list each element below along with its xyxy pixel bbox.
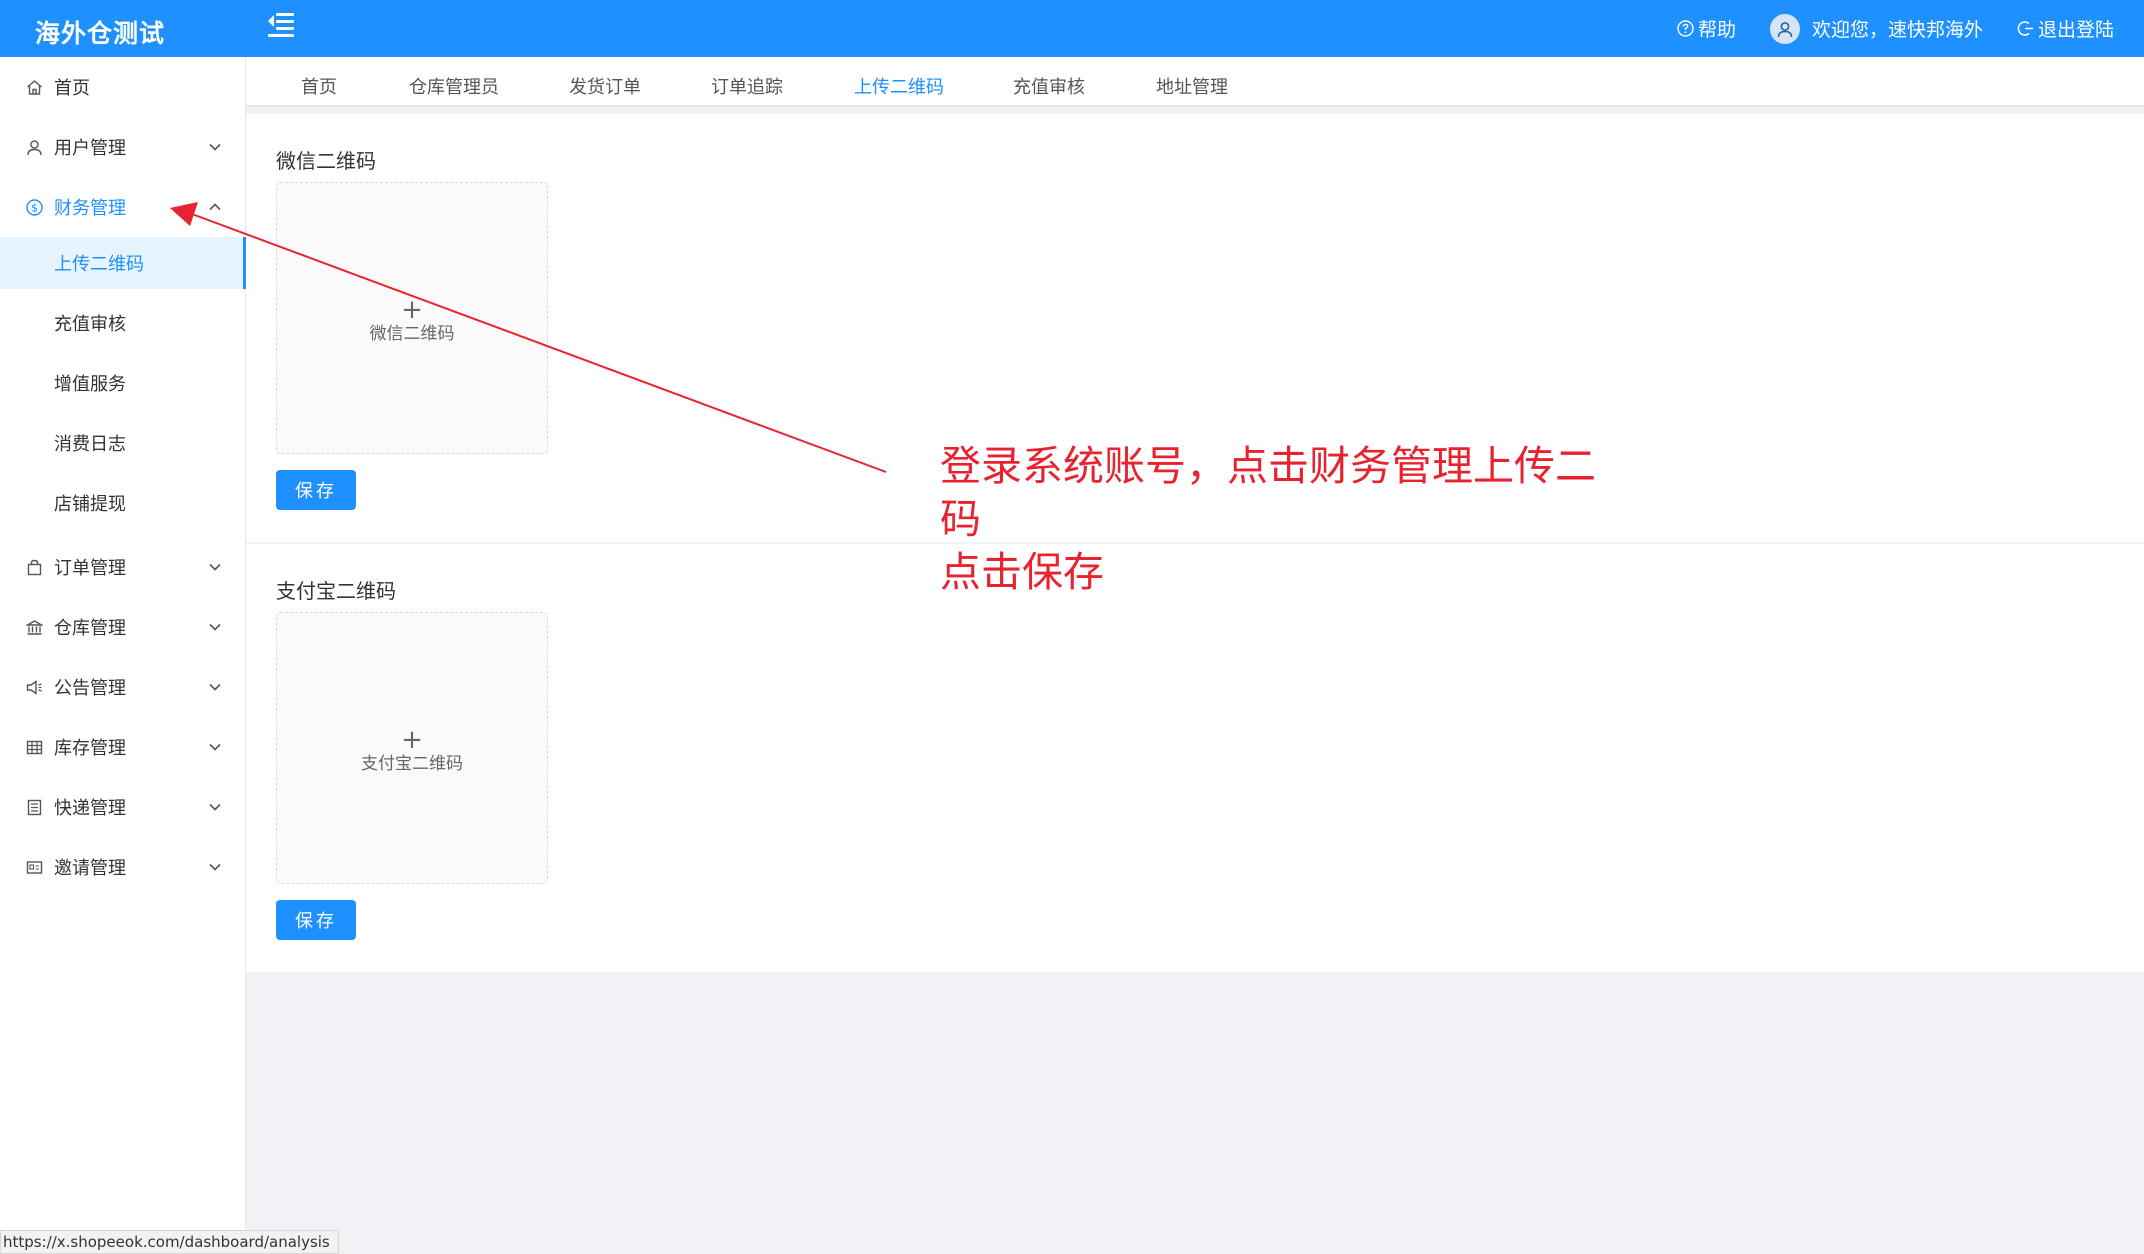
sidebar-item-label: 邀请管理 xyxy=(54,858,126,879)
chevron-down-icon xyxy=(208,680,222,694)
wechat-qr-title: 微信二维码 xyxy=(276,149,376,173)
sidebar-subitem-label: 店铺提现 xyxy=(54,494,126,515)
home-icon xyxy=(25,78,43,96)
sidebar-subitem-recharge-review[interactable]: 充值审核 xyxy=(0,297,246,349)
sidebar-item-label: 订单管理 xyxy=(54,558,126,579)
menu-fold-icon[interactable] xyxy=(268,12,298,38)
question-circle-icon xyxy=(1677,20,1694,37)
sidebar-item-warehouse[interactable]: 仓库管理 xyxy=(0,597,246,657)
user-menu[interactable]: 欢迎您，速快邦海外 xyxy=(1769,13,1983,44)
welcome-text: 欢迎您，速快邦海外 xyxy=(1811,19,1983,41)
logout-label: 退出登陆 xyxy=(2037,19,2114,41)
chevron-down-icon xyxy=(208,560,222,574)
tab-recharge-review[interactable]: 充值审核 xyxy=(1013,73,1085,99)
table-icon xyxy=(25,738,43,756)
sidebar-subitem-upload-qr[interactable]: 上传二维码 xyxy=(0,237,246,289)
alipay-qr-card: 支付宝二维码 + 支付宝二维码 保存 xyxy=(246,544,2144,972)
sound-icon xyxy=(25,678,43,696)
sidebar-subitem-label: 消费日志 xyxy=(54,434,126,455)
tab-upload-qr[interactable]: 上传二维码 xyxy=(854,73,944,99)
sidebar-subitem-label: 充值审核 xyxy=(54,314,126,335)
alipay-save-button[interactable]: 保存 xyxy=(276,900,356,940)
bag-icon xyxy=(25,558,43,576)
alipay-qr-title: 支付宝二维码 xyxy=(276,579,396,603)
tab-home[interactable]: 首页 xyxy=(301,73,337,99)
user-icon xyxy=(25,138,43,156)
wechat-save-button[interactable]: 保存 xyxy=(276,470,356,510)
sidebar-item-label: 首页 xyxy=(54,78,90,99)
tab-warehouse-admin[interactable]: 仓库管理员 xyxy=(409,73,499,99)
sidebar-item-express[interactable]: 快递管理 xyxy=(0,777,246,837)
status-bar-url: https://x.shopeeok.com/dashboard/analysi… xyxy=(0,1230,339,1254)
sidebar-item-announcements[interactable]: 公告管理 xyxy=(0,657,246,717)
sidebar-item-label: 用户管理 xyxy=(54,138,126,159)
sidebar-item-label: 公告管理 xyxy=(54,678,126,699)
alipay-upload-label: 支付宝二维码 xyxy=(361,754,463,774)
chevron-down-icon xyxy=(208,620,222,634)
sidebar-subitem-label: 上传二维码 xyxy=(54,254,144,275)
avatar xyxy=(1769,13,1800,44)
svg-text:$: $ xyxy=(31,201,38,214)
list-icon xyxy=(25,798,43,816)
id-card-icon xyxy=(25,858,43,876)
sidebar-subitem-consume-log[interactable]: 消费日志 xyxy=(0,417,246,469)
chevron-down-icon xyxy=(208,740,222,754)
help-link[interactable]: 帮助 xyxy=(1677,15,1736,42)
sidebar-item-orders[interactable]: 订单管理 xyxy=(0,537,246,597)
bank-icon xyxy=(25,618,43,636)
brand-title: 海外仓测试 xyxy=(35,19,166,48)
sidebar-subitem-label: 增值服务 xyxy=(54,374,126,395)
logout-button[interactable]: 退出登陆 xyxy=(2017,15,2114,42)
sidebar-item-users[interactable]: 用户管理 xyxy=(0,117,246,177)
sidebar: 首页 用户管理 $ 财务管理 上传二维码 充值审核 增值服务 消费日志 店铺提现… xyxy=(0,57,246,1254)
alipay-qr-uploader[interactable]: + 支付宝二维码 xyxy=(276,612,548,884)
chevron-up-icon xyxy=(208,200,222,214)
annotation-text: 登录系统账号，点击财务管理上传二码 点击保存 xyxy=(940,440,1600,599)
sidebar-item-label: 财务管理 xyxy=(54,198,126,219)
sidebar-item-home[interactable]: 首页 xyxy=(0,57,246,117)
annotation-line-2: 点击保存 xyxy=(940,548,1104,596)
chevron-down-icon xyxy=(208,800,222,814)
sidebar-item-label: 仓库管理 xyxy=(54,618,126,639)
sidebar-item-finance[interactable]: $ 财务管理 xyxy=(0,177,246,237)
sidebar-item-inventory[interactable]: 库存管理 xyxy=(0,717,246,777)
help-label: 帮助 xyxy=(1697,19,1736,41)
page-tabs: 首页 仓库管理员 发货订单 订单追踪 上传二维码 充值审核 地址管理 xyxy=(246,57,2144,107)
chevron-down-icon xyxy=(208,860,222,874)
sidebar-item-label: 库存管理 xyxy=(54,738,126,759)
annotation-line-1: 登录系统账号，点击财务管理上传二码 xyxy=(940,442,1596,543)
sidebar-subitem-store-withdraw[interactable]: 店铺提现 xyxy=(0,477,246,529)
sidebar-subitem-value-added[interactable]: 增值服务 xyxy=(0,357,246,409)
tab-order-tracking[interactable]: 订单追踪 xyxy=(711,73,783,99)
dollar-icon: $ xyxy=(25,198,43,216)
tab-shipping-orders[interactable]: 发货订单 xyxy=(569,73,641,99)
sidebar-item-label: 快递管理 xyxy=(54,798,126,819)
chevron-down-icon xyxy=(208,140,222,154)
header-actions: 帮助 欢迎您，速快邦海外 退出登陆 xyxy=(1643,0,2114,57)
wechat-qr-uploader[interactable]: + 微信二维码 xyxy=(276,182,548,454)
sidebar-item-invites[interactable]: 邀请管理 xyxy=(0,837,246,897)
logout-icon xyxy=(2017,20,2034,37)
wechat-upload-label: 微信二维码 xyxy=(369,324,455,344)
top-header: 海外仓测试 帮助 欢迎您，速快邦海外 退出登陆 xyxy=(0,0,2144,57)
tab-address-management[interactable]: 地址管理 xyxy=(1156,73,1228,99)
